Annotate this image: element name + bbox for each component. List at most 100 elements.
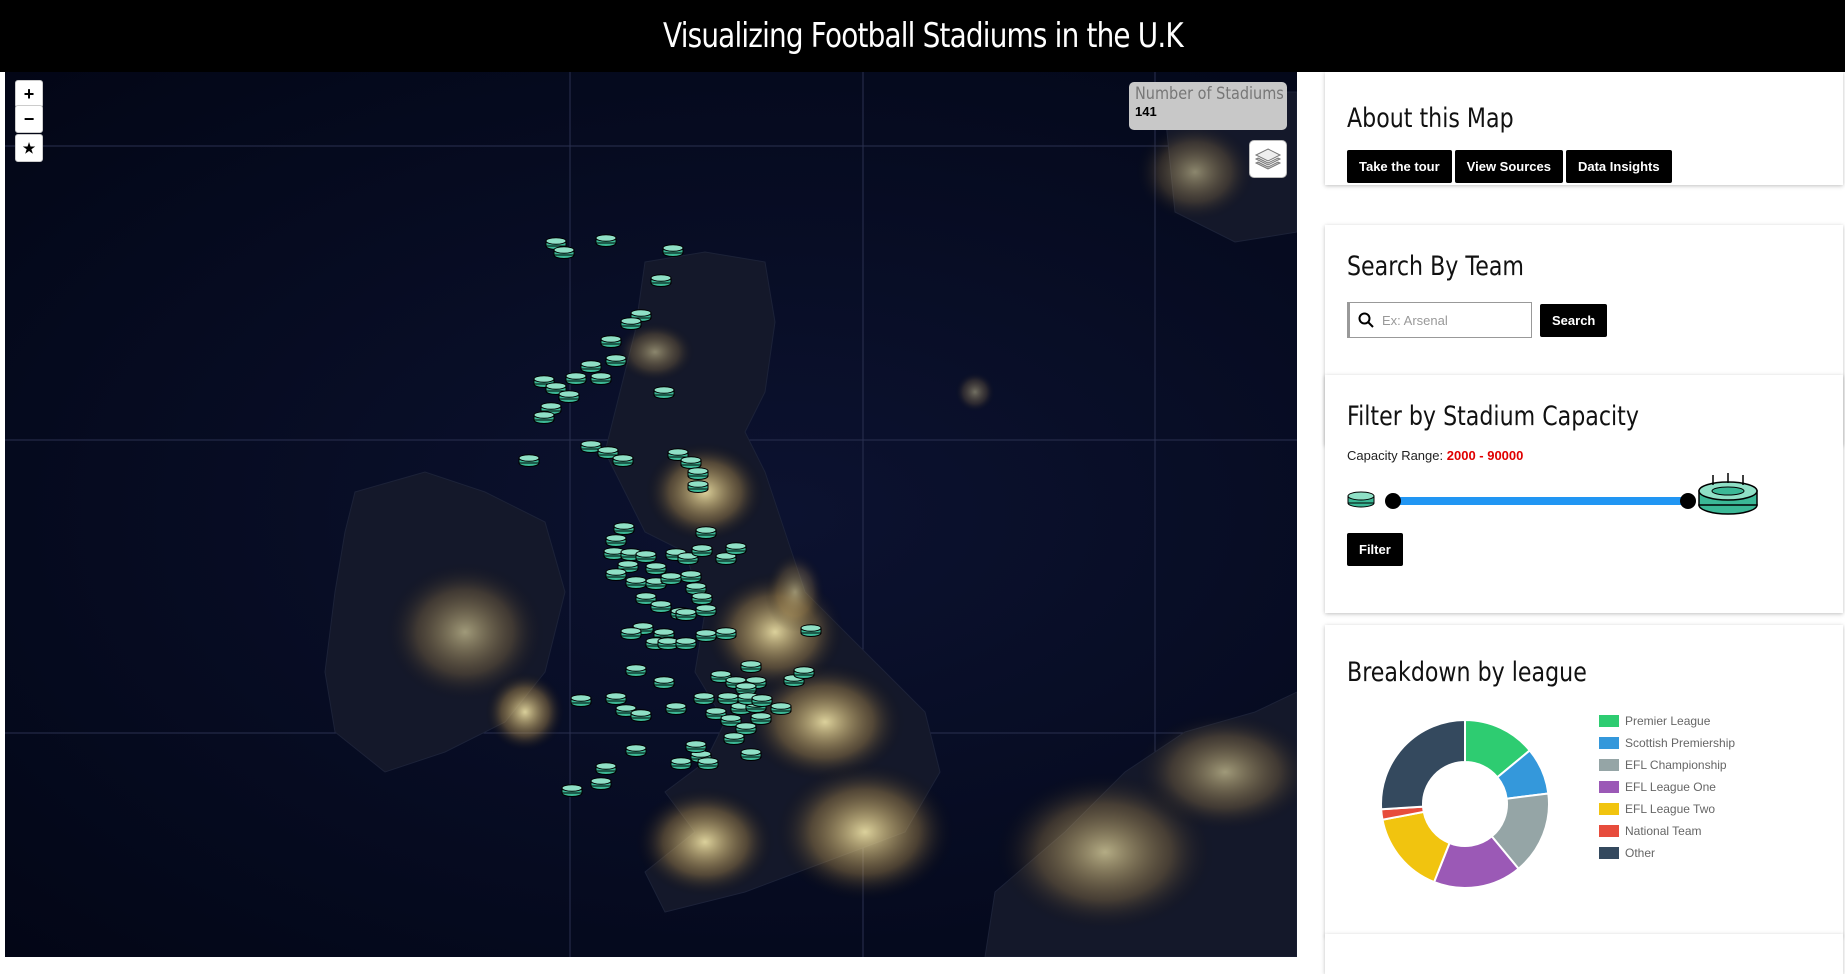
stadium-marker-icon[interactable]	[553, 246, 575, 259]
stadium-marker-icon[interactable]	[653, 676, 675, 689]
stadium-marker-icon[interactable]	[685, 740, 707, 753]
legend-label: National Team	[1625, 824, 1702, 838]
sidebar: About this Map Take the tour View Sources…	[1297, 72, 1845, 974]
stadium-marker-icon[interactable]	[740, 660, 762, 673]
zoom-in-button[interactable]: +	[15, 80, 43, 108]
legend-swatch	[1599, 737, 1619, 749]
page-title: Visualizing Football Stadiums in the U.K	[662, 16, 1184, 56]
stadium-marker-icon[interactable]	[630, 709, 652, 722]
stadium-marker-icon[interactable]	[665, 702, 687, 715]
view-sources-button[interactable]: View Sources	[1454, 150, 1563, 183]
league-card: Breakdown by league Premier League Scotti…	[1325, 625, 1843, 936]
stadium-marker-icon[interactable]	[612, 454, 634, 467]
stadium-marker-icon[interactable]	[751, 694, 773, 707]
legend-label: EFL League One	[1625, 780, 1716, 794]
stadium-marker-icon[interactable]	[793, 666, 815, 679]
stadium-marker-icon[interactable]	[625, 664, 647, 677]
legend-swatch	[1599, 759, 1619, 771]
stadium-marker-icon[interactable]	[653, 386, 675, 399]
legend-item[interactable]: EFL League Two	[1599, 798, 1735, 820]
legend-item[interactable]: National Team	[1599, 820, 1735, 842]
stadium-map[interactable]: + − ★ Number of Stadiums 141	[5, 72, 1297, 957]
layers-icon[interactable]	[1249, 140, 1287, 178]
stadium-marker-icon[interactable]	[695, 604, 717, 617]
stadium-marker-icon[interactable]	[695, 526, 717, 539]
stadium-marker-icon[interactable]	[725, 542, 747, 555]
stadium-marker-icon[interactable]	[687, 480, 709, 493]
stadium-marker-icon[interactable]	[723, 732, 745, 745]
take-tour-button[interactable]: Take the tour	[1347, 150, 1452, 183]
legend-label: EFL League Two	[1625, 802, 1716, 816]
search-button[interactable]: Search	[1540, 303, 1608, 337]
stadium-count-label: Number of Stadiums	[1135, 84, 1284, 104]
stadium-marker-icon[interactable]	[800, 624, 822, 637]
stadium-marker-icon[interactable]	[695, 629, 717, 642]
stadium-marker-icon[interactable]	[605, 568, 627, 581]
slider-track	[1393, 497, 1688, 505]
stadium-marker-icon[interactable]	[605, 354, 627, 367]
capacity-slider[interactable]	[1347, 469, 1821, 519]
stadium-marker-icon[interactable]	[625, 744, 647, 757]
stadium-marker-icon[interactable]	[595, 234, 617, 247]
legend-item[interactable]: Scottish Premiership	[1599, 732, 1735, 754]
stadium-marker-icon[interactable]	[605, 534, 627, 547]
stadium-count-box: Number of Stadiums 141	[1129, 82, 1287, 130]
stadium-marker-icon[interactable]	[715, 627, 737, 640]
filter-title: Filter by Stadium Capacity	[1347, 401, 1639, 432]
stadium-marker-icon[interactable]	[662, 244, 684, 257]
stadium-marker-icon[interactable]	[740, 748, 762, 761]
stadium-marker-icon[interactable]	[687, 467, 709, 480]
stadium-marker-icon[interactable]	[625, 576, 647, 589]
legend-item[interactable]: Premier League	[1599, 710, 1735, 732]
stadium-marker-icon[interactable]	[620, 317, 642, 330]
stadium-count-value: 141	[1135, 104, 1157, 119]
stadium-marker-icon[interactable]	[670, 757, 692, 770]
stadium-marker-icon[interactable]	[590, 777, 612, 790]
stadium-marker-icon[interactable]	[691, 544, 713, 557]
stadium-marker-icon[interactable]	[770, 702, 792, 715]
about-card: About this Map Take the tour View Sources…	[1325, 72, 1843, 185]
stadium-marker-icon[interactable]	[570, 694, 592, 707]
legend-label: Premier League	[1625, 714, 1711, 728]
stadium-marker-icon[interactable]	[533, 411, 555, 424]
pie-slice-other[interactable]	[1380, 718, 1466, 811]
large-stadium-icon	[1698, 473, 1758, 515]
league-title: Breakdown by league	[1347, 657, 1587, 688]
stadium-marker-icon[interactable]	[620, 627, 642, 640]
stadium-marker-icon[interactable]	[518, 454, 540, 467]
league-donut-chart	[1380, 718, 1550, 889]
stadium-marker-icon[interactable]	[650, 600, 672, 613]
search-field[interactable]	[1347, 302, 1532, 338]
capacity-range-label: Capacity Range: 2000 - 90000	[1347, 448, 1524, 463]
stadium-marker-icon[interactable]	[660, 572, 682, 585]
stadium-marker-icon[interactable]	[675, 637, 697, 650]
legend-swatch	[1599, 803, 1619, 815]
legend-item[interactable]: EFL Championship	[1599, 754, 1735, 776]
app-header: Visualizing Football Stadiums in the U.K	[0, 0, 1845, 72]
legend-swatch	[1599, 781, 1619, 793]
legend-item[interactable]: EFL League One	[1599, 776, 1735, 798]
filter-button[interactable]: Filter	[1347, 533, 1403, 566]
filter-card: Filter by Stadium Capacity Capacity Rang…	[1325, 375, 1843, 613]
legend-item[interactable]: Other	[1599, 842, 1735, 864]
stadium-marker-icon[interactable]	[693, 692, 715, 705]
stadium-marker-icon[interactable]	[600, 335, 622, 348]
stadium-marker-icon[interactable]	[650, 274, 672, 287]
search-input[interactable]	[1380, 311, 1524, 329]
data-insights-button[interactable]: Data Insights	[1565, 150, 1672, 183]
stadium-marker-icon[interactable]	[561, 784, 583, 797]
stadium-marker-icon[interactable]	[697, 757, 719, 770]
stadium-marker-icon[interactable]	[565, 372, 587, 385]
stadium-marker-icon[interactable]	[595, 762, 617, 775]
stadium-marker-icon[interactable]	[590, 372, 612, 385]
slider-max-handle[interactable]	[1680, 493, 1696, 509]
zoom-out-button[interactable]: −	[15, 105, 43, 133]
star-icon[interactable]: ★	[15, 134, 43, 162]
stadium-marker-icon[interactable]	[675, 608, 697, 621]
legend-swatch	[1599, 847, 1619, 859]
legend-label: Scottish Premiership	[1625, 736, 1736, 750]
search-icon	[1358, 312, 1374, 328]
about-title: About this Map	[1347, 103, 1514, 134]
search-title: Search By Team	[1347, 251, 1524, 282]
slider-min-handle[interactable]	[1385, 493, 1401, 509]
